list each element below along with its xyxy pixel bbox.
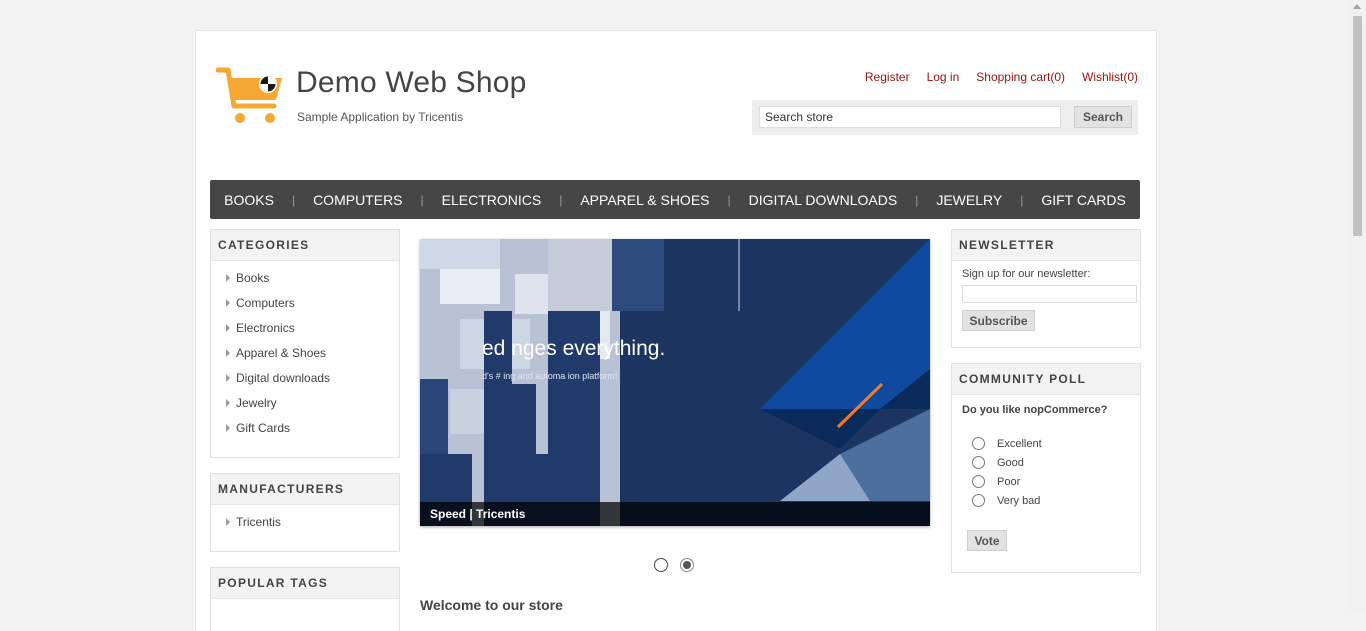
shopping-cart-logo-icon (216, 67, 282, 123)
scroll-up-arrow-icon[interactable] (1353, 4, 1361, 9)
community-poll-block: COMMUNITY POLL Do you like nopCommerce? … (951, 363, 1141, 573)
register-link[interactable]: Register (865, 70, 910, 84)
menu-item-computers[interactable]: COMPUTERS (295, 192, 420, 208)
login-link[interactable]: Log in (927, 70, 960, 84)
category-item-apparel-shoes[interactable]: Apparel & Shoes (211, 344, 399, 369)
shopping-cart-link[interactable]: Shopping cart(0) (976, 70, 1065, 84)
slide-image (420, 239, 930, 526)
popular-tags-block: POPULAR TAGS (210, 567, 400, 631)
category-item-gift-cards[interactable]: Gift Cards (211, 419, 399, 444)
newsletter-email-input[interactable] (962, 285, 1137, 303)
category-item-electronics[interactable]: Electronics (211, 319, 399, 344)
arrow-right-icon (226, 424, 230, 432)
image-slider[interactable]: ed nges everything. d's # ing and automa… (420, 239, 930, 526)
category-item-jewelry[interactable]: Jewelry (211, 394, 399, 419)
logo[interactable]: Demo Web Shop Sample Application by Tric… (216, 66, 526, 126)
welcome-title: Welcome to our store (420, 597, 563, 613)
category-item-computers[interactable]: Computers (211, 294, 399, 319)
menu-item-jewelry[interactable]: JEWELRY (918, 192, 1020, 208)
popular-tags-title: POPULAR TAGS (211, 568, 399, 599)
categories-list: Books Computers Electronics Apparel & Sh… (211, 261, 399, 444)
radio-button[interactable] (972, 437, 985, 450)
subscribe-button[interactable]: Subscribe (962, 310, 1035, 331)
menu-item-gift-cards[interactable]: GIFT CARDS (1023, 192, 1144, 208)
logo-title: Demo Web Shop (296, 66, 527, 99)
search-button[interactable]: Search (1074, 106, 1132, 128)
poll-option-very-bad[interactable]: Very bad (972, 494, 1040, 507)
arrow-right-icon (226, 324, 230, 332)
radio-button[interactable] (972, 494, 985, 507)
search-box: Search (752, 100, 1138, 135)
wishlist-link[interactable]: Wishlist(0) (1082, 70, 1138, 84)
page-container: Demo Web Shop Sample Application by Tric… (195, 30, 1157, 631)
arrow-right-icon (226, 518, 230, 526)
slide-subline: d's # ing and automa ion platform! (482, 371, 618, 381)
logo-subtitle: Sample Application by Tricentis (297, 110, 464, 124)
search-input[interactable] (759, 106, 1061, 128)
arrow-right-icon (226, 349, 230, 357)
menu-item-electronics[interactable]: ELECTRONICS (424, 192, 560, 208)
arrow-right-icon (226, 399, 230, 407)
arrow-right-icon (226, 299, 230, 307)
radio-button[interactable] (972, 456, 985, 469)
poll-option-poor[interactable]: Poor (972, 475, 1020, 488)
poll-question: Do you like nopCommerce? (962, 404, 1108, 416)
manufacturers-block: MANUFACTURERS Tricentis (210, 473, 400, 552)
arrow-right-icon (226, 274, 230, 282)
newsletter-label: Sign up for our newsletter: (962, 268, 1091, 280)
newsletter-block: NEWSLETTER Sign up for our newsletter: S… (951, 229, 1141, 348)
menu-item-digital-downloads[interactable]: DIGITAL DOWNLOADS (731, 192, 916, 208)
poll-option-excellent[interactable]: Excellent (972, 437, 1042, 450)
top-menu: BOOKS | COMPUTERS | ELECTRONICS | APPARE… (210, 180, 1140, 219)
manufacturer-item-tricentis[interactable]: Tricentis (211, 513, 399, 538)
category-item-digital-downloads[interactable]: Digital downloads (211, 369, 399, 394)
menu-item-books[interactable]: BOOKS (206, 192, 292, 208)
vertical-scrollbar[interactable] (1349, 0, 1366, 612)
scroll-thumb[interactable] (1353, 16, 1362, 236)
categories-title: CATEGORIES (211, 230, 399, 261)
slide-headline: ed nges everything. (482, 337, 666, 360)
radio-button[interactable] (972, 475, 985, 488)
menu-item-apparel-shoes[interactable]: APPAREL & SHOES (562, 192, 727, 208)
category-item-books[interactable]: Books (211, 269, 399, 294)
categories-block: CATEGORIES Books Computers Electronics A… (210, 229, 400, 458)
manufacturers-title: MANUFACTURERS (211, 474, 399, 505)
slider-dot-1[interactable] (655, 559, 667, 571)
header-links: Register Log in Shopping cart(0) Wishlis… (848, 70, 1138, 84)
arrow-right-icon (226, 374, 230, 382)
slider-dots (655, 559, 693, 571)
newsletter-title: NEWSLETTER (952, 230, 1140, 261)
slider-dot-2[interactable] (681, 559, 693, 571)
community-poll-title: COMMUNITY POLL (952, 364, 1140, 395)
poll-option-good[interactable]: Good (972, 456, 1024, 469)
vote-button[interactable]: Vote (967, 530, 1007, 551)
slide-caption: Speed | Tricentis (420, 502, 930, 526)
manufacturers-list: Tricentis (211, 505, 399, 538)
